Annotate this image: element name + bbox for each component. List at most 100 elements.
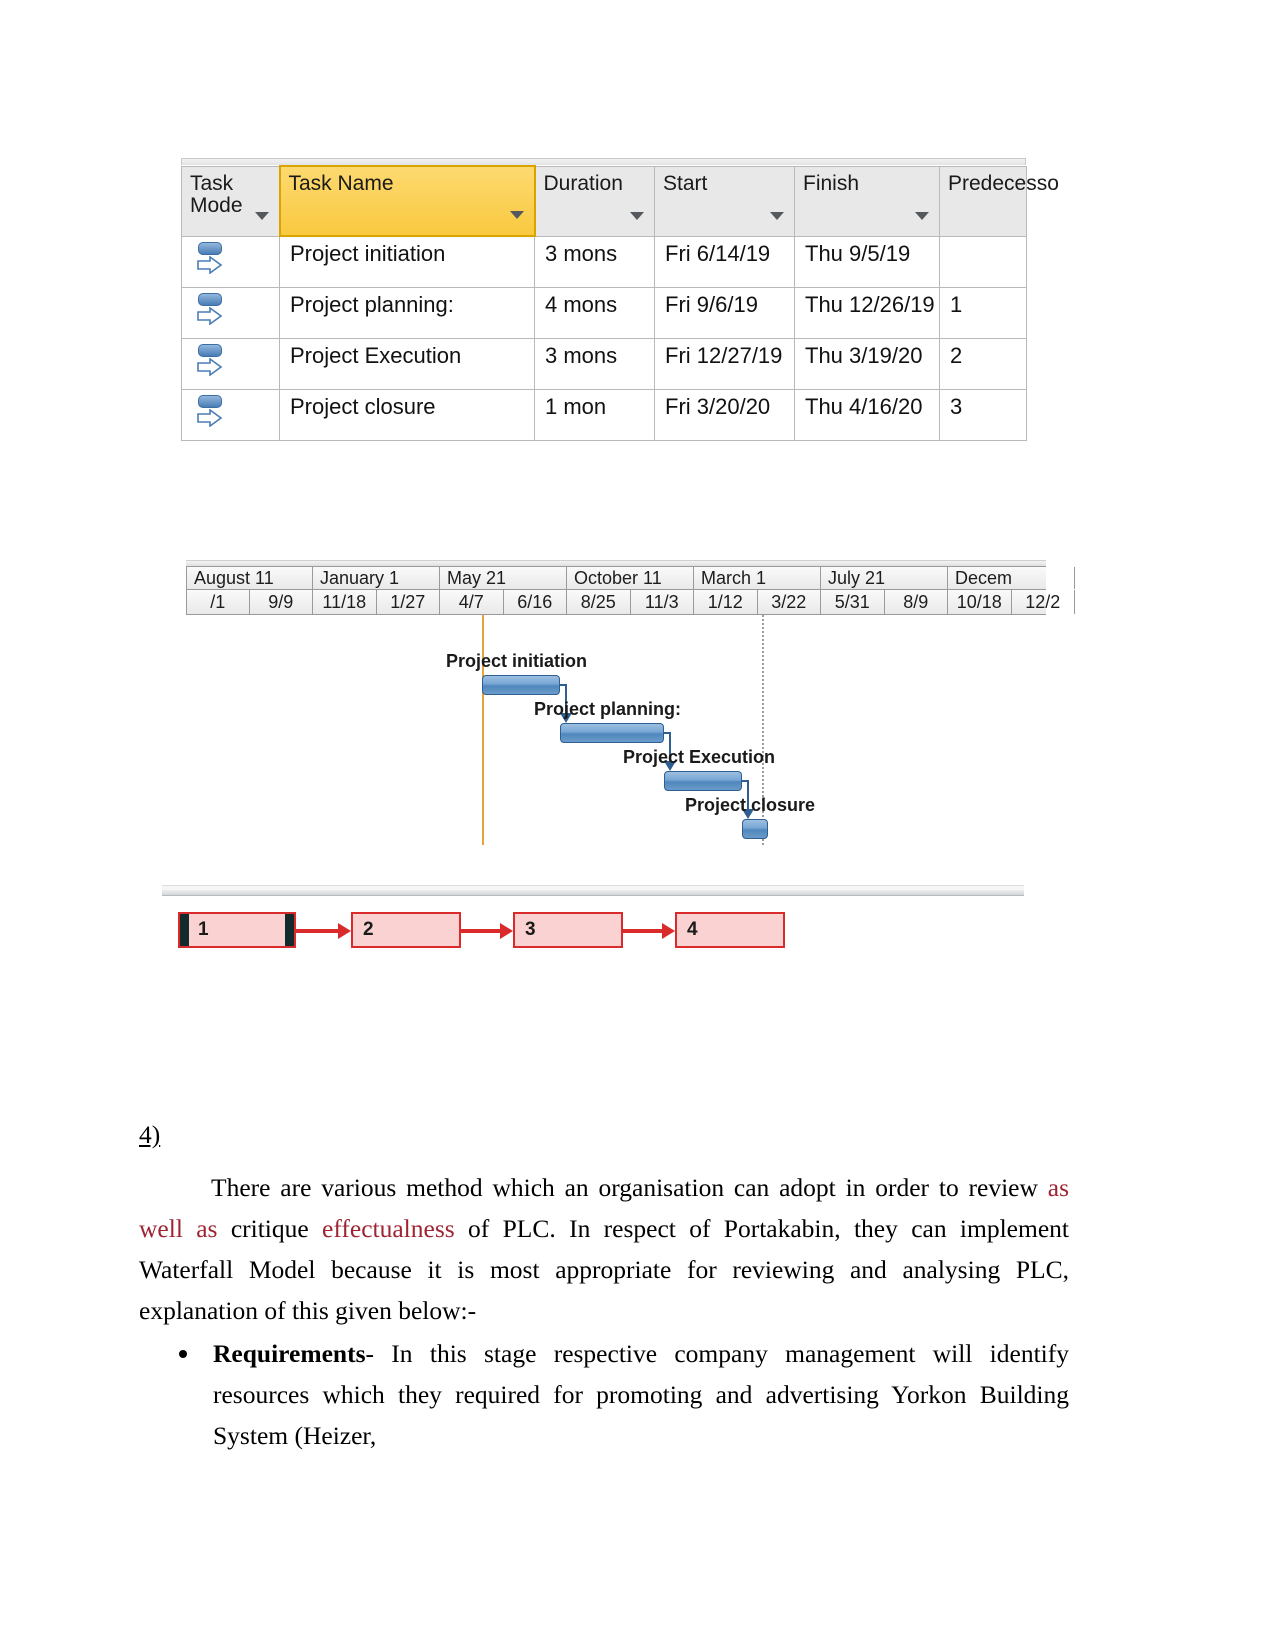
- gantt-today-line: [482, 615, 484, 845]
- column-header-start-label: Start: [663, 171, 708, 195]
- gantt-day-label: 1/27: [377, 590, 440, 614]
- gantt-month-label: Decem: [948, 567, 1075, 589]
- pane-splitter[interactable]: [162, 885, 1024, 899]
- auto-schedule-icon: [196, 344, 230, 382]
- gantt-day-label: 9/9: [250, 590, 313, 614]
- chevron-down-icon[interactable]: [770, 211, 784, 220]
- paragraph-1: There are various method which an organi…: [139, 1167, 1069, 1331]
- cell-finish[interactable]: Thu 9/5/19: [794, 235, 940, 288]
- cell-predecessors[interactable]: 2: [939, 338, 1027, 390]
- list-item: Requirements- In this stage respective c…: [139, 1333, 1069, 1456]
- cell-predecessors[interactable]: 3: [939, 389, 1027, 441]
- cell-task-name[interactable]: Project planning:: [279, 287, 535, 339]
- gantt-day-label: 6/16: [504, 590, 567, 614]
- cell-finish[interactable]: Thu 3/19/20: [794, 338, 940, 390]
- gantt-day-label: 1/12: [694, 590, 758, 614]
- node-cap-left: [180, 914, 189, 946]
- gantt-bar-label: Project planning:: [534, 699, 682, 719]
- column-header-finish-label: Finish: [803, 171, 860, 195]
- gantt-month-label: July 21: [821, 567, 948, 589]
- auto-schedule-icon: [196, 293, 230, 331]
- cell-task-mode[interactable]: [181, 338, 280, 390]
- gantt-day-header: /1 9/9 11/18 1/27 4/7 6/16 8/25 11/3 1/12 3/22 5/3…: [186, 590, 1075, 615]
- chevron-down-icon[interactable]: [915, 211, 929, 220]
- gantt-chart[interactable]: August 11 January 1 May 21 October 11 March …: [186, 560, 1075, 845]
- node-cap-right: [285, 914, 294, 946]
- gantt-month-label: May 21: [440, 567, 567, 589]
- cell-start[interactable]: Fri 3/20/20: [654, 389, 795, 441]
- cell-duration[interactable]: 1 mon: [534, 389, 655, 441]
- gantt-bar[interactable]: [742, 819, 768, 839]
- gantt-day-label: 5/31: [821, 590, 885, 614]
- cell-finish[interactable]: Thu 4/16/20: [794, 389, 940, 441]
- network-node[interactable]: 4: [675, 912, 785, 948]
- gantt-day-label: 11/3: [631, 590, 694, 614]
- auto-schedule-icon: [196, 395, 230, 433]
- chevron-down-icon[interactable]: [630, 211, 644, 220]
- gantt-month-label: August 11: [186, 567, 313, 589]
- cell-duration[interactable]: 4 mons: [534, 287, 655, 339]
- table-row[interactable]: Project planning: 4 mons Fri 9/6/19 Thu 12/…: [181, 287, 1027, 339]
- cell-predecessors[interactable]: [939, 235, 1027, 288]
- gantt-bar[interactable]: [664, 771, 742, 791]
- gantt-month-label: March 1: [694, 567, 821, 589]
- project-task-table[interactable]: Task Mode Task Name Duration Start Finis…: [181, 158, 1059, 441]
- network-node-label: 4: [687, 919, 698, 940]
- table-row[interactable]: Project closure 1 mon Fri 3/20/20 Thu 4/16/…: [181, 389, 1027, 441]
- cell-task-name[interactable]: Project closure: [279, 389, 535, 441]
- column-header-finish[interactable]: Finish: [794, 165, 940, 237]
- gantt-month-header: August 11 January 1 May 21 October 11 March …: [186, 566, 1075, 590]
- gantt-bar-label: Project Execution: [623, 747, 776, 767]
- cell-task-name[interactable]: Project Execution: [279, 338, 535, 390]
- gantt-day-label: 8/25: [567, 590, 631, 614]
- cell-task-mode[interactable]: [181, 235, 280, 288]
- cell-duration[interactable]: 3 mons: [534, 235, 655, 288]
- gantt-bar[interactable]: [482, 675, 560, 695]
- chevron-down-icon[interactable]: [254, 211, 269, 220]
- splitter-lower: [162, 890, 1024, 896]
- cell-task-mode[interactable]: [181, 389, 280, 441]
- gantt-canvas[interactable]: Project initiation Project planning: Proje…: [186, 615, 1046, 845]
- column-header-duration-label: Duration: [543, 171, 623, 195]
- bullet-term: Requirements: [213, 1339, 366, 1368]
- column-header-task-mode[interactable]: Task Mode: [181, 165, 280, 237]
- cell-task-mode[interactable]: [181, 287, 280, 339]
- task-grid[interactable]: Task Mode Task Name Duration Start Finis…: [181, 165, 1059, 441]
- network-node-label: 1: [198, 919, 209, 940]
- column-header-start[interactable]: Start: [654, 165, 795, 237]
- column-header-predecessors[interactable]: Predecesso: [939, 165, 1059, 237]
- column-header-task-name[interactable]: Task Name: [278, 165, 536, 237]
- table-header-row: Task Mode Task Name Duration Start Finis…: [181, 165, 1059, 237]
- cell-start[interactable]: Fri 12/27/19: [654, 338, 795, 390]
- cell-duration[interactable]: 3 mons: [534, 338, 655, 390]
- cell-finish[interactable]: Thu 12/26/19: [794, 287, 940, 339]
- paragraph-1-part-b: critique: [217, 1214, 323, 1243]
- gantt-month-label: October 11: [567, 567, 694, 589]
- gantt-bar-label: Project closure: [685, 795, 816, 815]
- gantt-day-label: 10/18: [948, 590, 1012, 614]
- cell-predecessors[interactable]: 1: [939, 287, 1027, 339]
- gantt-day-label: /1: [186, 590, 250, 614]
- cell-task-name[interactable]: Project initiation: [279, 235, 535, 288]
- chevron-down-icon[interactable]: [509, 211, 524, 219]
- gantt-day-label: 3/22: [758, 590, 821, 614]
- network-node[interactable]: 1: [178, 912, 296, 948]
- auto-schedule-icon: [196, 241, 230, 280]
- network-node-label: 2: [363, 919, 374, 940]
- column-header-duration[interactable]: Duration: [534, 165, 655, 237]
- document-body: 4) There are various method which an org…: [139, 1114, 1069, 1456]
- highlight-effectualness: effectualness: [322, 1214, 455, 1243]
- network-diagram[interactable]: 1 2 3 4: [178, 912, 785, 972]
- gantt-day-label: 12/2: [1012, 590, 1075, 614]
- network-node[interactable]: 3: [513, 912, 623, 948]
- network-node-label: 3: [525, 919, 536, 940]
- network-node[interactable]: 2: [351, 912, 461, 948]
- cell-start[interactable]: Fri 6/14/19: [654, 235, 795, 288]
- column-header-task-name-label: Task Name: [288, 172, 394, 195]
- table-row[interactable]: Project initiation 3 mons Fri 6/14/19 Thu 9…: [181, 235, 1027, 288]
- table-row[interactable]: Project Execution 3 mons Fri 12/27/19 Thu 3…: [181, 338, 1027, 390]
- cell-start[interactable]: Fri 9/6/19: [654, 287, 795, 339]
- gantt-day-label: 11/18: [313, 590, 377, 614]
- gantt-bar[interactable]: [560, 723, 664, 743]
- network-arrow: [623, 923, 675, 939]
